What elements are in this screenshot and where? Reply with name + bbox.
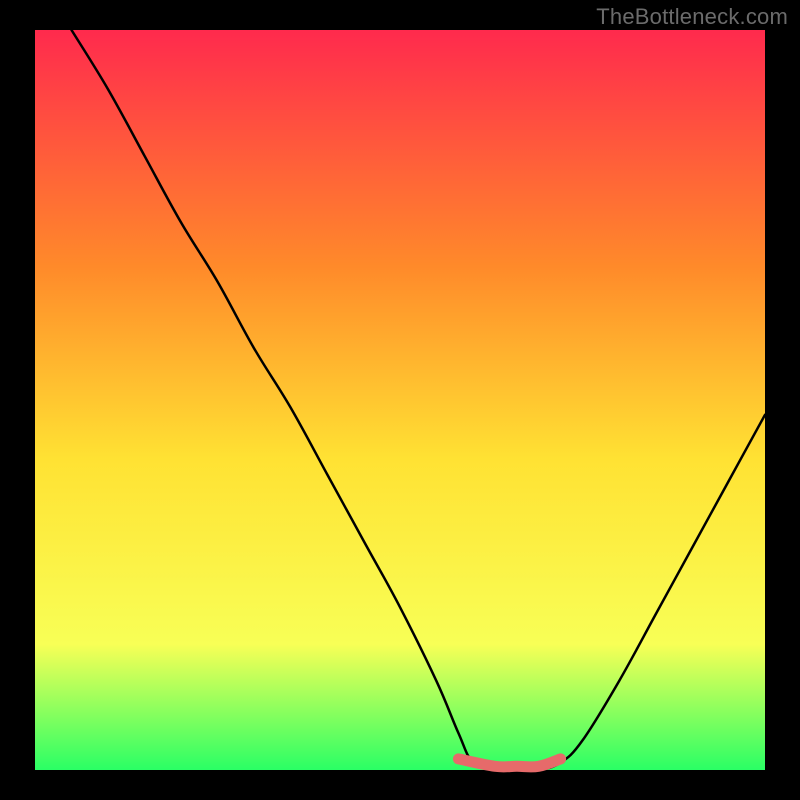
chart-svg [0, 0, 800, 800]
gradient-background [35, 30, 765, 770]
watermark-text: TheBottleneck.com [596, 4, 788, 30]
chart-container: { "watermark": { "text": "TheBottleneck.… [0, 0, 800, 800]
